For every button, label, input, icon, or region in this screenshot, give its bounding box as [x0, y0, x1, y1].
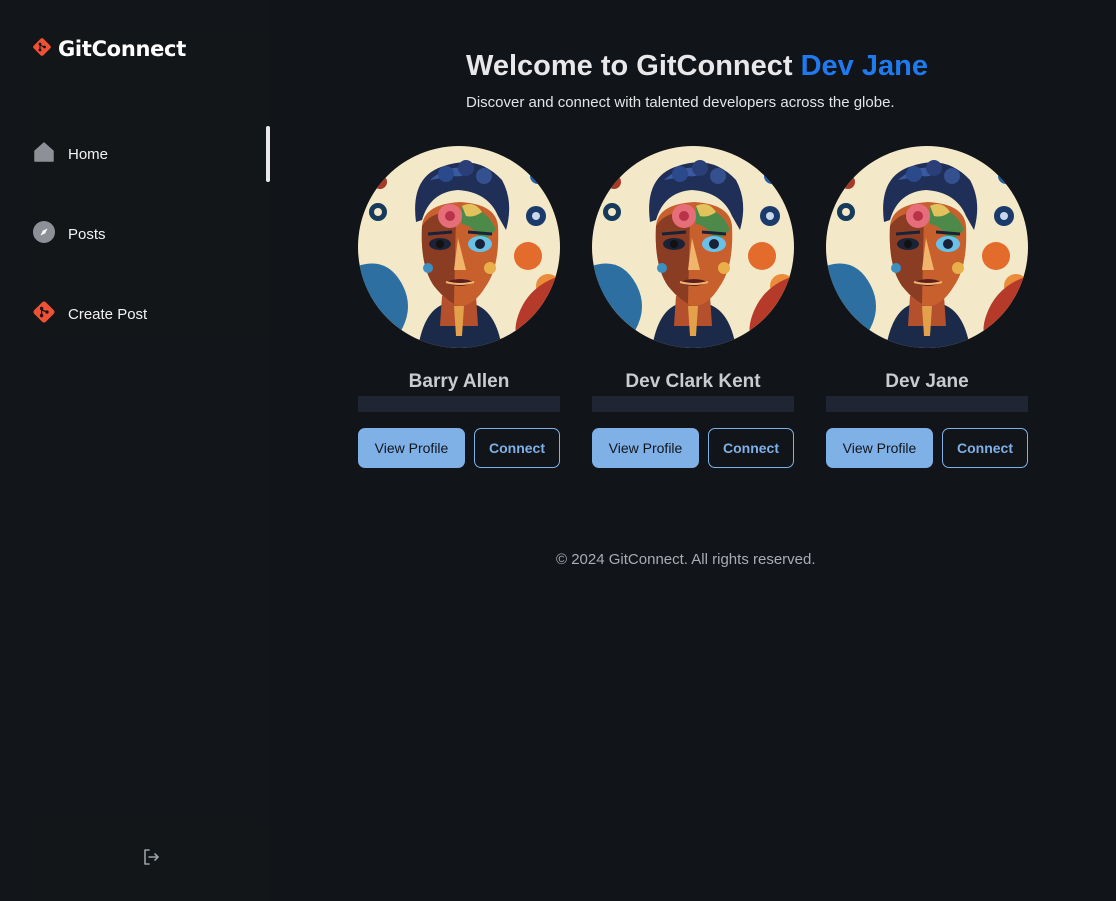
sidebar-item-label: Posts [68, 225, 106, 243]
card-divider [826, 396, 1028, 412]
compass-icon [32, 220, 56, 249]
sidebar-item-home[interactable]: Home [32, 126, 270, 182]
developer-name: Barry Allen [408, 371, 510, 392]
avatar [358, 146, 560, 348]
developer-name: Dev Clark Kent [625, 371, 761, 392]
page-title: Welcome to GitConnect Dev Jane [466, 50, 928, 83]
sidebar-item-create-post[interactable]: Create Post [32, 286, 270, 342]
view-profile-button[interactable]: View Profile [592, 428, 699, 468]
avatar [592, 146, 794, 348]
brand-logo-link[interactable]: GitConnect [32, 36, 186, 62]
sidebar-spacer [32, 342, 270, 817]
view-profile-button[interactable]: View Profile [826, 428, 933, 468]
logout-icon [141, 847, 161, 872]
card-divider [592, 396, 794, 412]
developer-card: Barry Allen View Profile Connect [358, 146, 560, 486]
sidebar-item-posts[interactable]: Posts [32, 206, 270, 262]
logout-button[interactable] [140, 848, 162, 870]
developer-name: Dev Jane [885, 371, 969, 392]
active-indicator [266, 126, 270, 182]
connect-button[interactable]: Connect [474, 428, 560, 468]
connect-button[interactable]: Connect [708, 428, 794, 468]
git-diamond-icon [32, 300, 56, 329]
home-icon [32, 140, 56, 169]
connect-button[interactable]: Connect [942, 428, 1028, 468]
page-subtitle: Discover and connect with talented devel… [466, 94, 895, 111]
brand-name: GitConnect [58, 37, 186, 61]
footer-copyright: © 2024 GitConnect. All rights reserved. [556, 551, 816, 568]
git-diamond-icon [32, 37, 52, 62]
sidebar-item-label: Create Post [68, 305, 148, 323]
avatar [826, 146, 1028, 348]
card-divider [358, 396, 560, 412]
title-username: Dev Jane [800, 50, 928, 82]
sidebar-item-label: Home [68, 145, 109, 163]
developer-card: Dev Jane View Profile Connect [826, 146, 1028, 486]
title-text: Welcome to GitConnect [466, 50, 801, 82]
developer-card: Dev Clark Kent View Profile Connect [592, 146, 794, 486]
view-profile-button[interactable]: View Profile [358, 428, 465, 468]
